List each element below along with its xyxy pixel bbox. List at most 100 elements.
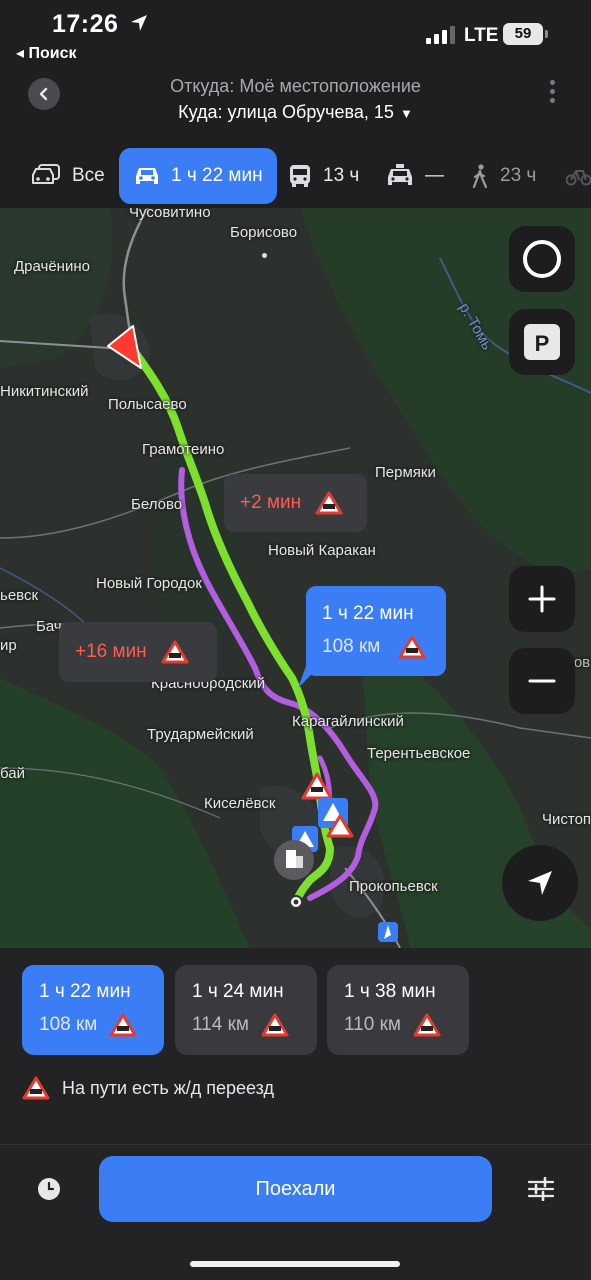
place-borisovo: Борисово: [230, 224, 298, 241]
mode-bus[interactable]: 13 ч: [287, 148, 359, 204]
bicycle-icon: [566, 170, 591, 186]
transport-modes: Все 1 ч 22 мин 13 ч — 23 ч: [0, 148, 591, 204]
alt-route-2-bubble[interactable]: +16 мин: [59, 622, 217, 682]
route-option-time: 1 ч 22 мин: [39, 981, 131, 1002]
battery-tip: [545, 30, 548, 38]
place-gramoteino: Грамотеино: [142, 441, 225, 458]
railway-crossing-icon: [261, 1013, 289, 1037]
place-kiselevsk: Киселёвск: [204, 795, 276, 812]
my-location-button[interactable]: [502, 845, 578, 921]
route-settings-button[interactable]: [527, 1176, 555, 1206]
route-to-label: Куда: улица Обручева, 15: [178, 102, 394, 122]
railway-crossing-notice: На пути есть ж/д переезд: [22, 1076, 274, 1100]
parking-icon: P: [524, 324, 560, 360]
svg-text:P: P: [535, 331, 550, 356]
back-to-app-link[interactable]: ◂ Поиск: [16, 43, 77, 63]
signal-icon: [426, 26, 455, 44]
alt-route-1-delay: +2 мин: [240, 492, 302, 513]
railway-crossing-icon: [413, 1013, 441, 1037]
place-chusovitino: Чусовитино: [129, 208, 211, 221]
car-icon: [136, 168, 158, 184]
railway-crossing-icon: [315, 491, 343, 515]
place-ir: ир: [0, 637, 17, 654]
alt-route-1-bubble[interactable]: +2 мин: [224, 474, 367, 532]
mode-car[interactable]: 1 ч 22 мин: [119, 148, 277, 204]
route-option-dist-row: 110 км: [344, 1013, 469, 1037]
alt-route-2-delay: +16 мин: [75, 641, 147, 662]
place-drachenino: Драчёнино: [14, 258, 90, 275]
zoom-in-button[interactable]: [509, 566, 575, 632]
home-indicator: [190, 1261, 400, 1267]
mode-all-label: Все: [72, 165, 105, 186]
plus-icon: [528, 585, 556, 613]
route-to[interactable]: Куда: улица Обручева, 15 ▼: [0, 102, 591, 123]
place-karagaylinsky: Карагайлинский: [292, 713, 404, 730]
route-panel: 1 ч 22 мин 108 км 1 ч 24 мин 114 км 1 ч …: [0, 948, 591, 1280]
bus-icon: [290, 165, 310, 187]
railway-crossing-icon: [109, 1013, 137, 1037]
main-route-dist: 108 км: [322, 636, 381, 657]
navigation-arrow-icon: [528, 871, 552, 895]
route-header: Откуда: Моё местоположение Куда: улица О…: [0, 64, 591, 208]
main-route-time: 1 ч 22 мин: [322, 603, 414, 624]
notice-text: На пути есть ж/д переезд: [62, 1077, 274, 1098]
departure-time-button[interactable]: [37, 1177, 61, 1206]
place-dot: [262, 245, 267, 262]
place-bai: бай: [0, 765, 25, 782]
route-option-1[interactable]: 1 ч 22 мин 108 км: [22, 965, 164, 1055]
route-option-3[interactable]: 1 ч 38 мин 110 км: [327, 965, 469, 1055]
network-type: LTE: [464, 25, 499, 46]
route-option-time: 1 ч 24 мин: [192, 981, 284, 1002]
caret-down-icon: ▼: [399, 106, 413, 121]
route-option-time: 1 ч 38 мин: [344, 981, 436, 1002]
map-base: [0, 208, 591, 948]
route-from[interactable]: Откуда: Моё местоположение: [0, 76, 591, 97]
zoom-out-button[interactable]: [509, 648, 575, 714]
battery-icon: 59: [503, 23, 543, 45]
alice-icon: [523, 240, 561, 278]
all-transport-icon: [32, 164, 60, 184]
place-trudarmeysky: Трудармейский: [147, 726, 254, 743]
sliders-icon: [527, 1176, 555, 1202]
place-permyaki: Пермяки: [375, 464, 436, 481]
mode-taxi-label: —: [425, 165, 444, 186]
taxi-icon: [388, 164, 412, 185]
more-options-button[interactable]: [545, 80, 559, 110]
mode-pedestrian-label: 23 ч: [500, 165, 537, 186]
mode-all[interactable]: Все: [30, 148, 105, 204]
mode-bicycle[interactable]: [566, 148, 591, 204]
place-bach: Бач: [36, 618, 62, 635]
route-option-dist: 108 км: [39, 1014, 98, 1035]
route-option-dist-row: 108 км: [39, 1013, 164, 1037]
railway-crossing-icon: [398, 635, 426, 659]
place-pevsk: ьевск: [0, 587, 39, 604]
place-novy-karakan: Новый Каракан: [268, 542, 376, 559]
mode-car-label: 1 ч 22 мин: [171, 165, 263, 186]
place-chistop: Чистоп: [542, 811, 591, 828]
minus-icon: [528, 679, 556, 683]
status-time: 17:26: [52, 10, 119, 38]
main-route-bubble-tail: [298, 666, 320, 688]
location-arrow-icon: [128, 12, 150, 39]
mode-bus-label: 13 ч: [323, 165, 360, 186]
route-option-2[interactable]: 1 ч 24 мин 114 км: [175, 965, 317, 1055]
main-route-bubble[interactable]: 1 ч 22 мин 108 км: [306, 586, 446, 676]
place-polysaevo: Полысаево: [108, 396, 187, 413]
mode-taxi[interactable]: —: [385, 148, 444, 204]
route-option-dist: 114 км: [192, 1014, 249, 1035]
place-belovo: Белово: [131, 496, 183, 513]
parking-button[interactable]: P: [509, 309, 575, 375]
railway-crossing-icon: [22, 1076, 50, 1100]
railway-crossing-icon: [161, 640, 189, 664]
place-terentievskoe: Терентьевское: [367, 745, 471, 762]
mode-pedestrian[interactable]: 23 ч: [470, 148, 536, 204]
go-button[interactable]: Поехали: [99, 1156, 492, 1222]
map-view[interactable]: Чусовитино Борисово Драчёнино р. Томь Ни…: [0, 208, 591, 948]
status-bar: 17:26 ◂ Поиск LTE 59: [0, 0, 591, 64]
place-novy-gorodok: Новый Городок: [96, 575, 202, 592]
alice-assistant-button[interactable]: [509, 226, 575, 292]
clock-icon: [38, 1178, 60, 1200]
divider: [0, 1144, 591, 1145]
main-route-dist-row: 108 км: [322, 635, 426, 659]
place-nikitinsky: Никитинский: [0, 383, 89, 400]
